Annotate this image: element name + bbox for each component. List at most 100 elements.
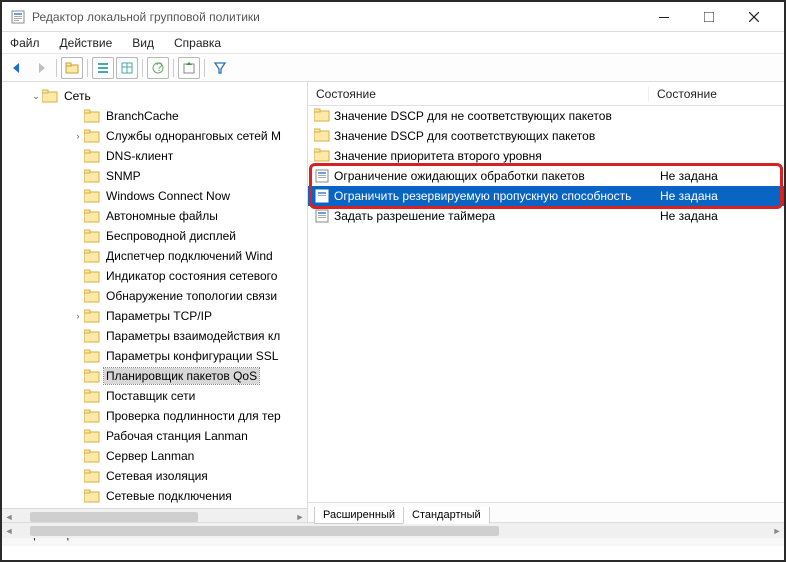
list-row[interactable]: Ограничить резервируемую пропускную спос… [308, 186, 784, 206]
setting-icon [314, 208, 330, 224]
content-area: ⌄ Сеть BranchCache › Службы одноранговых сет… [2, 82, 784, 525]
tree-item-label: Параметры TCP/IP [104, 308, 214, 324]
tree-item[interactable]: Диспетчер подключений Wind [2, 246, 307, 266]
column-header-state[interactable]: Состояние [648, 87, 784, 101]
help-button[interactable]: ? [147, 57, 169, 79]
tree-item-label: Индикатор состояния сетевого [104, 268, 279, 284]
folder-up-button[interactable] [61, 57, 83, 79]
tree-item[interactable]: BranchCache [2, 106, 307, 126]
minimize-button[interactable] [641, 3, 686, 31]
tree-item[interactable]: Планировщик пакетов QoS [2, 366, 307, 386]
list-view-button[interactable] [92, 57, 114, 79]
folder-icon [84, 349, 100, 363]
tree-item[interactable]: SNMP [2, 166, 307, 186]
toolbar-separator [56, 59, 57, 77]
tree-item[interactable]: › Параметры TCP/IP [2, 306, 307, 326]
folder-icon [84, 289, 100, 303]
export-button[interactable] [178, 57, 200, 79]
folder-tree[interactable]: ⌄ Сеть BranchCache › Службы одноранговых сет… [2, 82, 307, 508]
maximize-button[interactable] [686, 3, 731, 31]
svg-text:?: ? [156, 61, 163, 74]
nav-forward-button[interactable] [30, 57, 52, 79]
folder-icon [84, 269, 100, 283]
list-horizontal-scrollbar[interactable]: ◄► [2, 522, 784, 538]
folder-icon [84, 169, 100, 183]
list-row-name: Значение DSCP для соответствующих пакето… [334, 129, 652, 143]
caret-right-icon[interactable]: › [72, 311, 84, 321]
list-pane: Состояние Состояние Значение DSCP для не… [308, 82, 784, 524]
toolbar: ? [2, 54, 784, 82]
folder-icon [42, 89, 58, 103]
tab-extended[interactable]: Расширенный [314, 507, 404, 524]
tab-standard[interactable]: Стандартный [403, 507, 490, 524]
caret-right-icon[interactable]: › [72, 131, 84, 141]
tree-item[interactable]: Рабочая станция Lanman [2, 426, 307, 446]
tree-item[interactable]: Windows Connect Now [2, 186, 307, 206]
list-row[interactable]: Значение приоритета второго уровня [308, 146, 784, 166]
list-row-name: Задать разрешение таймера [334, 209, 652, 223]
tree-item[interactable]: Сетевая изоляция [2, 466, 307, 486]
setting-icon [314, 168, 330, 184]
tree-item[interactable]: Поставщик сети [2, 386, 307, 406]
folder-icon [84, 429, 100, 443]
list-row-state: Не задана [652, 189, 784, 203]
toolbar-separator [204, 59, 205, 77]
tree-item-label: SNMP [104, 168, 143, 184]
folder-icon [84, 449, 100, 463]
tree-item-label: Сеть [62, 88, 93, 104]
tree-item-label: Планировщик пакетов QoS [104, 368, 259, 384]
folder-icon [84, 389, 100, 403]
tree-item-label: Сетевая изоляция [104, 468, 210, 484]
filter-button[interactable] [209, 57, 231, 79]
tree-item-label: Параметры конфигурации SSL [104, 348, 280, 364]
folder-icon [84, 209, 100, 223]
tree-item[interactable]: Сетевые подключения [2, 486, 307, 506]
menu-action[interactable]: Действие [58, 34, 115, 52]
tree-item-label: DNS-клиент [104, 148, 175, 164]
tree-item-label: Беспроводной дисплей [104, 228, 238, 244]
list-header[interactable]: Состояние Состояние [308, 82, 784, 106]
tree-item[interactable]: Автономные файлы [2, 206, 307, 226]
tree-item[interactable]: Параметры взаимодействия кл [2, 326, 307, 346]
view-tabs: Расширенный Стандартный [308, 502, 784, 524]
list-row-state: Не задана [652, 169, 784, 183]
menu-help[interactable]: Справка [172, 34, 223, 52]
tree-item[interactable]: DNS-клиент [2, 146, 307, 166]
folder-icon [314, 128, 330, 144]
title-bar: Редактор локальной групповой политики [2, 2, 784, 32]
tree-item-label: BranchCache [104, 108, 181, 124]
close-button[interactable] [731, 3, 776, 31]
tree-item[interactable]: Беспроводной дисплей [2, 226, 307, 246]
tree-item-root[interactable]: ⌄ Сеть [2, 86, 307, 106]
caret-down-icon[interactable]: ⌄ [30, 91, 42, 102]
tree-item[interactable]: Проверка подлинности для тер [2, 406, 307, 426]
tree-item[interactable]: Сервер Lanman [2, 446, 307, 466]
folder-icon [314, 108, 330, 124]
list-row[interactable]: Значение DSCP для соответствующих пакето… [308, 126, 784, 146]
list-row-name: Ограничить резервируемую пропускную спос… [334, 189, 652, 203]
list-row[interactable]: Значение DSCP для не соответствующих пак… [308, 106, 784, 126]
tree-item-label: Службы одноранговых сетей М [104, 128, 283, 144]
column-header-name[interactable]: Состояние [308, 87, 648, 101]
tree-item-label: Обнаружение топологии связи [104, 288, 279, 304]
menu-file[interactable]: Файл [8, 34, 42, 52]
list-row[interactable]: Задать разрешение таймераНе задана [308, 206, 784, 226]
tree-item[interactable]: Обнаружение топологии связи [2, 286, 307, 306]
list-row[interactable]: Ограничение ожидающих обработки пакетовН… [308, 166, 784, 186]
toolbar-separator [87, 59, 88, 77]
folder-icon [84, 309, 100, 323]
tree-item-label: Сетевые подключения [104, 488, 234, 504]
toolbar-separator [142, 59, 143, 77]
list-body[interactable]: Значение DSCP для не соответствующих пак… [308, 106, 784, 502]
details-view-button[interactable] [116, 57, 138, 79]
tree-item-label: Диспетчер подключений Wind [104, 248, 275, 264]
nav-back-button[interactable] [6, 57, 28, 79]
tree-item[interactable]: › Службы одноранговых сетей М [2, 126, 307, 146]
tree-item[interactable]: Индикатор состояния сетевого [2, 266, 307, 286]
tree-item-label: Проверка подлинности для тер [104, 408, 283, 424]
menu-view[interactable]: Вид [130, 34, 156, 52]
window-title: Редактор локальной групповой политики [32, 10, 641, 24]
tree-item-label: Рабочая станция Lanman [104, 428, 250, 444]
tree-item[interactable]: Параметры конфигурации SSL [2, 346, 307, 366]
tree-item-label: Автономные файлы [104, 208, 220, 224]
